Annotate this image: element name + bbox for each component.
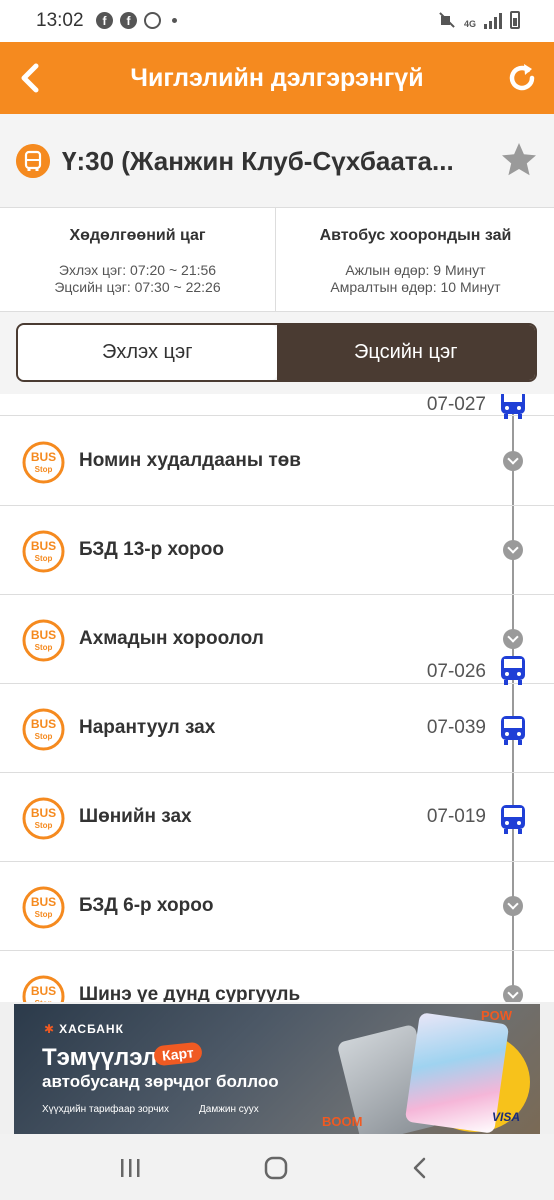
signal-icon bbox=[484, 13, 502, 29]
system-nav-bar bbox=[0, 1134, 554, 1200]
list-item[interactable]: BUS Stop БЗД 13-р хороо bbox=[0, 506, 554, 595]
ad-headline: Тэмүүлэл bbox=[42, 1044, 158, 1071]
direction-toggle: Эхлэх цэг Эцсийн цэг bbox=[16, 323, 537, 382]
bus-stop-icon: BUS Stop bbox=[22, 975, 65, 1002]
start-time-range: Эхлэх цэг: 07:20 ~ 21:56 bbox=[58, 262, 217, 278]
route-info: Хөдөлгөөний цаг Эхлэх цэг: 07:20 ~ 21:56… bbox=[0, 208, 554, 312]
bus-stop-icon: BUS Stop bbox=[22, 886, 65, 929]
ad-banner[interactable]: ХАСБАНК Тэмүүлэл Карт автобусанд зөрчдог… bbox=[0, 1002, 554, 1134]
weekday-interval: Ажлын өдөр: 9 Минут bbox=[345, 262, 486, 278]
pow-text: POW bbox=[480, 1008, 512, 1023]
weekend-interval: Амралтын өдөр: 10 Минут bbox=[330, 279, 501, 295]
stop-name: Нарантуул зах bbox=[79, 717, 216, 738]
stop-name: Номин худалдааны төв bbox=[79, 450, 301, 471]
favorite-star-icon[interactable] bbox=[500, 141, 538, 179]
schedule-heading: Хөдөлгөөний цаг bbox=[69, 227, 206, 244]
facebook-icon: f bbox=[120, 12, 137, 29]
stop-name: Шөнийн зах bbox=[79, 806, 192, 827]
interval-info: Автобус хоорондын зай Ажлын өдөр: 9 Мину… bbox=[277, 208, 554, 312]
facebook-icon: f bbox=[96, 12, 113, 29]
end-time-range: Эцсийн цэг: 07:30 ~ 22:26 bbox=[54, 279, 221, 295]
refresh-icon[interactable] bbox=[504, 60, 540, 96]
ad-kart-badge: Карт bbox=[153, 1041, 203, 1067]
stop-icon-text: Stop bbox=[35, 910, 53, 919]
stop-icon-text: BUS bbox=[31, 450, 56, 464]
list-item[interactable]: BUS Stop Ахмадын хороолол 07-026 bbox=[0, 595, 554, 684]
ad-bullet: Дамжин суух bbox=[199, 1104, 259, 1115]
stop-icon-text: Stop bbox=[35, 643, 53, 652]
chevron-down-icon bbox=[503, 540, 523, 560]
tab-end-point[interactable]: Эцсийн цэг bbox=[276, 325, 535, 380]
list-item[interactable]: BUS Stop БЗД 6-р хороо bbox=[0, 862, 554, 951]
chevron-down-icon bbox=[503, 896, 523, 916]
stop-name: Ахмадын хороолол bbox=[79, 628, 264, 649]
schedule-info: Хөдөлгөөний цаг Эхлэх цэг: 07:20 ~ 21:56… bbox=[0, 208, 276, 312]
notification-dot-icon bbox=[172, 18, 177, 23]
chevron-down-icon bbox=[503, 629, 523, 649]
bank-logo: ХАСБАНК bbox=[44, 1022, 124, 1036]
stop-icon-text: BUS bbox=[31, 806, 56, 820]
stop-icon-text: Stop bbox=[35, 732, 53, 741]
stop-icon-text: BUS bbox=[31, 984, 56, 998]
bus-stop-icon: BUS Stop bbox=[22, 797, 65, 840]
mute-icon bbox=[438, 11, 456, 29]
bus-code: 07-026 bbox=[426, 661, 486, 682]
stop-icon-text: Stop bbox=[35, 465, 53, 474]
bus-stop-icon: BUS Stop bbox=[22, 530, 65, 573]
list-item-top: 07-027 bbox=[0, 394, 554, 416]
chevron-down-icon bbox=[503, 451, 523, 471]
page-title: Чиглэлийн дэлгэрэнгүй bbox=[130, 64, 424, 92]
nav-back-icon[interactable] bbox=[400, 1154, 440, 1182]
direction-toggle-area: Эхлэх цэг Эцсийн цэг bbox=[0, 312, 554, 394]
ad-subheadline: автобусанд зөрчдог боллоо bbox=[42, 1072, 279, 1091]
bus-stop-icon: BUS Stop bbox=[22, 441, 65, 484]
visa-logo: VISA bbox=[491, 1110, 520, 1124]
home-icon[interactable] bbox=[256, 1154, 296, 1182]
battery-icon bbox=[510, 11, 520, 29]
network-type: 4G bbox=[463, 19, 476, 29]
app-header: Чиглэлийн дэлгэрэнгүй bbox=[0, 42, 554, 114]
interval-heading: Автобус хоорондын зай bbox=[319, 227, 512, 244]
stop-name: БЗД 6-р хороо bbox=[79, 895, 214, 916]
ad-image[interactable]: ХАСБАНК Тэмүүлэл Карт автобусанд зөрчдог… bbox=[14, 1004, 540, 1134]
stop-name: БЗД 13-р хороо bbox=[79, 539, 224, 560]
bus-icon bbox=[16, 144, 50, 178]
bus-code: 07-019 bbox=[426, 806, 486, 827]
bus-code: 07-027 bbox=[426, 394, 486, 415]
list-item[interactable]: BUS Stop Нарантуул зах 07-039 bbox=[0, 684, 554, 773]
ad-bullet: Хүүхдийн тарифаар зорчих bbox=[42, 1104, 170, 1115]
bus-location-icon bbox=[501, 656, 525, 685]
stops-list[interactable]: 07-027 BUS Stop Номин худалдааны төв BUS… bbox=[0, 394, 554, 1002]
stop-icon-text: BUS bbox=[31, 628, 56, 642]
chevron-down-icon bbox=[503, 985, 523, 1002]
recent-apps-icon[interactable] bbox=[110, 1154, 150, 1182]
stop-icon-text: BUS bbox=[31, 539, 56, 553]
route-title-bar: Ү:30 (Жанжин Клуб-Сүхбаата... bbox=[0, 114, 554, 208]
status-bar: 13:02 f f 4G bbox=[0, 0, 554, 42]
list-item[interactable]: BUS Stop Шинэ үе дунд сургууль bbox=[0, 951, 554, 1002]
stop-icon-text: BUS bbox=[31, 717, 56, 731]
bus-location-icon bbox=[501, 716, 525, 745]
messenger-icon bbox=[144, 12, 161, 29]
list-item[interactable]: BUS Stop Номин худалдааны төв bbox=[0, 417, 554, 506]
stop-name: Шинэ үе дунд сургууль bbox=[79, 984, 301, 1002]
bus-location-icon bbox=[501, 805, 525, 834]
stop-icon-text: Stop bbox=[35, 821, 53, 830]
bus-code: 07-039 bbox=[426, 717, 486, 738]
stop-icon-text: Stop bbox=[35, 554, 53, 563]
route-name: Ү:30 (Жанжин Клуб-Сүхбаата... bbox=[62, 146, 454, 176]
tab-start-point[interactable]: Эхлэх цэг bbox=[18, 325, 277, 380]
stop-icon-text: BUS bbox=[31, 895, 56, 909]
bus-stop-icon: BUS Stop bbox=[22, 708, 65, 751]
bus-stop-icon: BUS Stop bbox=[22, 619, 65, 662]
boom-text: BOOM bbox=[322, 1114, 363, 1129]
list-item[interactable]: BUS Stop Шөнийн зах 07-019 bbox=[0, 773, 554, 862]
status-time: 13:02 bbox=[36, 10, 84, 31]
